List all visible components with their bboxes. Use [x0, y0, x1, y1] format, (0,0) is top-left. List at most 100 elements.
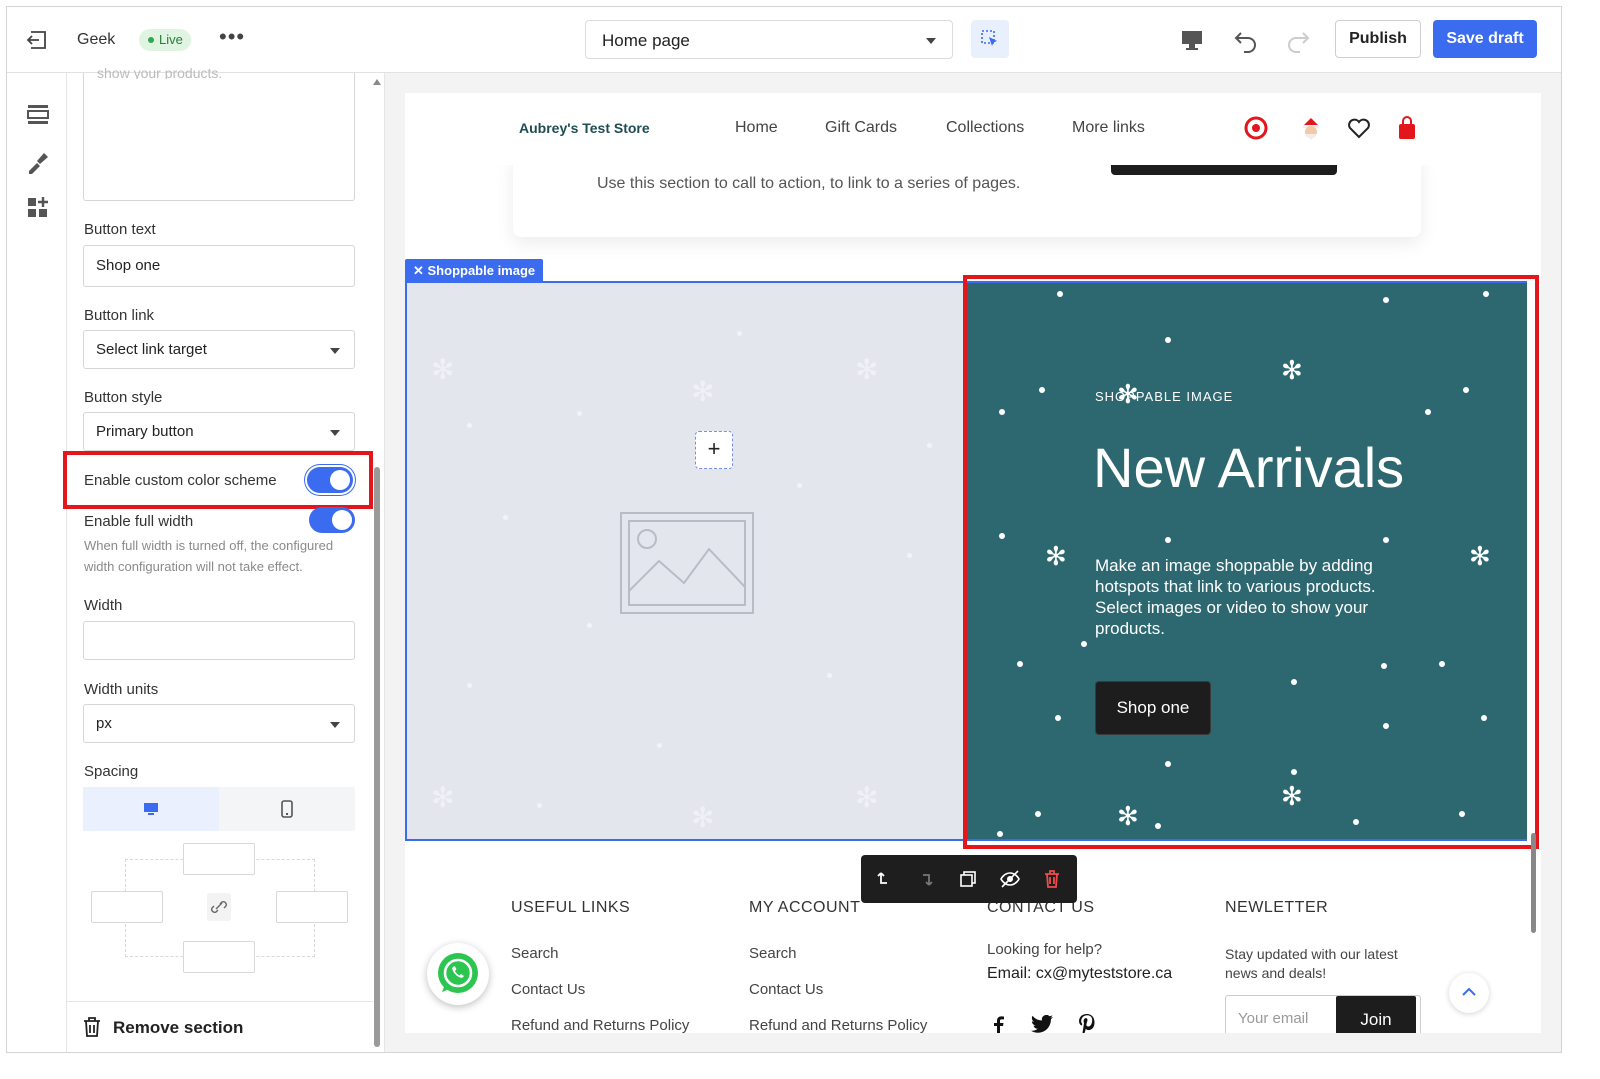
button-link-value: Select link target [96, 341, 207, 358]
spacing-right-input[interactable] [276, 891, 348, 923]
spacing-left-input[interactable] [91, 891, 163, 923]
nav-more-links[interactable]: More links [1072, 119, 1145, 137]
footer-contact-email[interactable]: Email: cx@myteststore.ca [987, 965, 1172, 983]
snowflake-icon: ✻ [691, 376, 715, 407]
full-width-hint: When full width is turned off, the confi… [84, 538, 334, 574]
select-cursor-icon [981, 30, 997, 46]
section-tag[interactable]: ✕ Shoppable image [405, 259, 544, 283]
redo-icon[interactable] [1283, 25, 1313, 55]
twitter-icon[interactable] [1031, 1015, 1053, 1033]
close-icon[interactable]: ✕ [413, 263, 428, 278]
cta-section[interactable]: Use this section to call to action, to l… [513, 133, 1421, 237]
width-units-label: Width units [84, 681, 159, 698]
spacing-tab-mobile[interactable] [219, 787, 355, 831]
duplicate-icon[interactable] [957, 868, 979, 890]
page-selector[interactable]: Home page [585, 20, 953, 59]
width-units-value: px [96, 715, 112, 732]
hide-eye-icon[interactable] [999, 868, 1021, 890]
panel-scroll-thumb[interactable] [374, 467, 380, 1047]
chevron-down-icon [926, 38, 936, 44]
button-link-label: Button link [84, 307, 155, 324]
footer-link-refund[interactable]: Refund and Returns Policy [511, 1017, 689, 1033]
newsletter-email-input[interactable]: Your email Join [1225, 995, 1421, 1033]
custom-color-toggle[interactable] [307, 467, 353, 493]
canvas-scrollbar[interactable] [1531, 833, 1536, 933]
width-input[interactable] [83, 621, 355, 660]
button-style-label: Button style [84, 389, 163, 406]
button-style-value: Primary button [96, 423, 194, 440]
desktop-view-icon[interactable] [1177, 25, 1207, 55]
link-spacing-icon[interactable] [207, 893, 231, 921]
save-draft-button[interactable]: Save draft [1433, 20, 1537, 58]
spacing-bottom-input[interactable] [183, 941, 255, 973]
inspect-element-button[interactable] [971, 20, 1009, 58]
button-link-select[interactable]: Select link target [83, 330, 355, 369]
move-up-icon[interactable] [873, 868, 895, 890]
footer-link-contact[interactable]: Contact Us [511, 981, 585, 998]
more-options-icon[interactable]: ••• [219, 24, 245, 50]
spacing-top-input[interactable] [183, 843, 255, 875]
image-placeholder-panel[interactable]: + ✻ ✻ ✻ ✻ ✻ ✻ [407, 283, 963, 839]
undo-icon[interactable] [1231, 25, 1261, 55]
scroll-up-arrow[interactable] [373, 79, 381, 85]
chevron-down-icon [330, 348, 340, 354]
apps-add-icon[interactable] [25, 195, 51, 221]
spacing-tab-desktop[interactable] [83, 787, 219, 831]
exit-editor-icon[interactable] [25, 27, 51, 53]
cart-bag-icon[interactable] [1394, 115, 1420, 141]
footer-my-account-title: MY ACCOUNT [749, 899, 861, 916]
spacing-device-tabs [83, 787, 355, 831]
publish-button[interactable]: Publish [1335, 20, 1421, 58]
nav-home[interactable]: Home [735, 119, 778, 137]
full-width-label: Enable full width [84, 513, 194, 530]
sections-icon[interactable] [25, 101, 51, 127]
footer-account-search[interactable]: Search [749, 945, 797, 962]
section-toolbar [861, 855, 1077, 903]
custom-color-label: Enable custom color scheme [84, 472, 277, 489]
footer-link-search[interactable]: Search [511, 945, 559, 962]
back-to-top-button[interactable] [1449, 973, 1489, 1013]
chevron-up-icon [1462, 987, 1476, 996]
live-badge: Live [139, 29, 191, 51]
move-down-icon[interactable] [915, 868, 937, 890]
button-text-value: Shop one [96, 257, 161, 274]
full-width-toggle[interactable] [309, 507, 355, 533]
page-selector-value: Home page [602, 31, 690, 50]
snowflake-icon: ✻ [431, 782, 455, 813]
snowflake-icon: ✻ [691, 802, 715, 833]
store-name: Geek [77, 31, 116, 48]
editor-window: Geek Live ••• Home page Publish Save dra… [6, 6, 1562, 1053]
shoppable-image-section[interactable]: + ✻ ✻ ✻ ✻ ✻ ✻ ✻ ✻ ✻ ✻ ✻ ✻ SHOPPABLE IMAG… [405, 275, 1539, 849]
wishlist-heart-icon[interactable] [1346, 115, 1372, 141]
snowflake-icon: ✻ [431, 354, 455, 385]
content-panel-highlight [963, 275, 1539, 849]
nav-gift-cards[interactable]: Gift Cards [825, 119, 897, 137]
theme-style-icon[interactable] [25, 149, 51, 175]
trash-icon [84, 1017, 100, 1037]
width-units-select[interactable]: px [83, 704, 355, 743]
preview-canvas: Aubrey's Test Store Home Gift Cards Coll… [385, 73, 1561, 1052]
account-santa-icon[interactable] [1298, 115, 1324, 141]
desktop-icon [144, 803, 158, 815]
footer-account-refund[interactable]: Refund and Returns Policy [749, 1017, 927, 1033]
chevron-down-icon [330, 722, 340, 728]
whatsapp-chat-button[interactable] [427, 943, 489, 1005]
delete-trash-icon[interactable] [1041, 868, 1063, 890]
nav-collections[interactable]: Collections [946, 119, 1024, 137]
newsletter-email-placeholder: Your email [1238, 1010, 1309, 1027]
footer-contact-help: Looking for help? [987, 941, 1103, 958]
store-header: Aubrey's Test Store Home Gift Cards Coll… [405, 93, 1541, 165]
button-style-select[interactable]: Primary button [83, 412, 355, 451]
image-placeholder-icon [620, 512, 754, 614]
remove-section-button[interactable]: Remove section [67, 1001, 373, 1052]
facebook-icon[interactable] [991, 1015, 1005, 1033]
pinterest-icon[interactable] [1077, 1013, 1097, 1033]
search-icon[interactable] [1243, 115, 1269, 141]
footer-useful-links-title: USEFUL LINKS [511, 899, 631, 916]
footer-account-contact[interactable]: Contact Us [749, 981, 823, 998]
description-textarea[interactable] [83, 73, 355, 201]
button-text-input[interactable]: Shop one [83, 245, 355, 287]
newsletter-join-button[interactable]: Join [1336, 996, 1416, 1033]
store-logo[interactable]: Aubrey's Test Store [519, 120, 650, 136]
add-hotspot-button[interactable]: + [695, 431, 733, 469]
